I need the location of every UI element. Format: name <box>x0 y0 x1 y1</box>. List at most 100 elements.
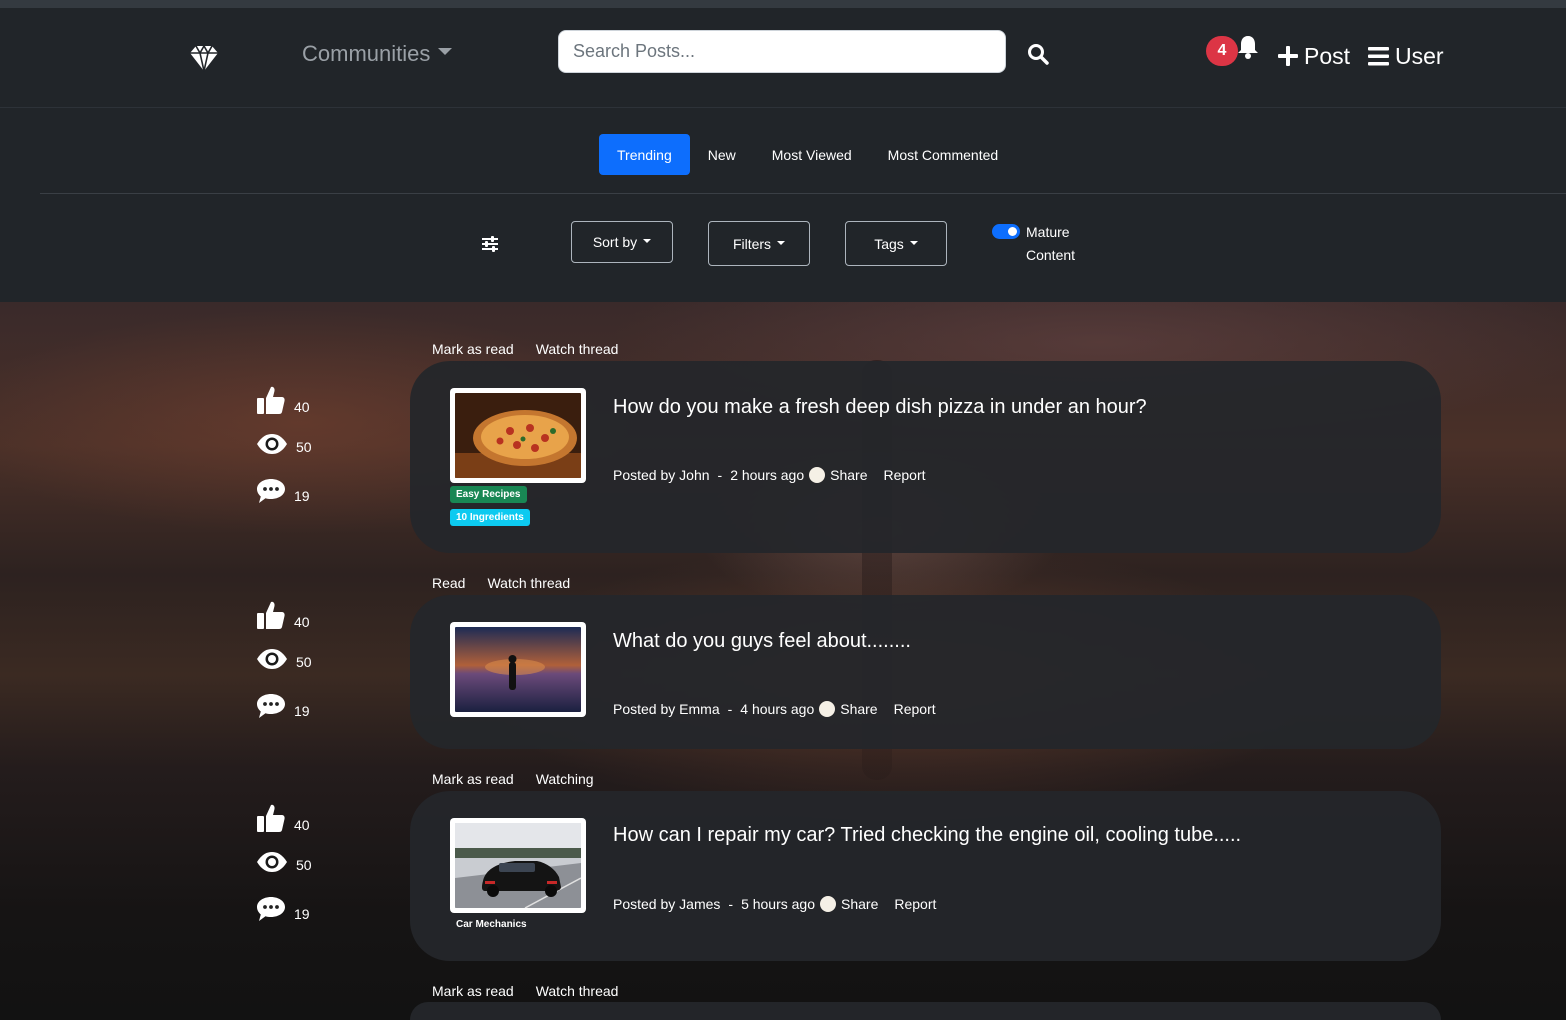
comment-count: 19 <box>294 488 310 504</box>
tags-dropdown[interactable]: Tags <box>845 221 947 266</box>
comment-icon <box>257 694 285 718</box>
view-count: 50 <box>296 857 312 873</box>
mark-as-read-link[interactable]: Mark as read <box>432 983 514 999</box>
report-link[interactable]: Report <box>884 467 926 483</box>
notification-count-badge[interactable]: 4 <box>1206 36 1238 66</box>
share-dot-icon <box>809 467 826 483</box>
post-card[interactable]: How do you make a fresh deep dish pizza … <box>410 361 1441 553</box>
posted-by[interactable]: Posted by James <box>613 896 720 912</box>
sunset-figure-image <box>455 627 581 712</box>
share-dot-icon <box>820 896 837 912</box>
filters-label: Filters <box>732 235 772 252</box>
post-card[interactable]: How can I repair my car? Tried checking … <box>410 791 1441 961</box>
mature-content-label: Mature Content <box>1026 224 1076 263</box>
tab-new[interactable]: New <box>690 134 754 175</box>
like-stat[interactable]: 40 <box>256 803 310 833</box>
tag-badge[interactable]: Car Mechanics <box>450 916 533 933</box>
post-thumbnail[interactable] <box>450 622 586 717</box>
caret-down-icon <box>909 240 918 245</box>
share-link[interactable]: Share <box>840 701 877 717</box>
comment-icon <box>257 897 285 921</box>
post-time: 2 hours ago <box>730 467 805 483</box>
communities-label: Communities <box>302 41 431 66</box>
read-link[interactable]: Read <box>432 575 465 591</box>
report-link[interactable]: Report <box>894 701 936 717</box>
tab-most-commented[interactable]: Most Commented <box>870 134 1016 175</box>
like-stat[interactable]: 40 <box>256 385 310 415</box>
like-count: 40 <box>294 817 310 833</box>
comment-stat[interactable]: 19 <box>256 693 310 719</box>
view-stat: 50 <box>256 851 312 873</box>
post-meta: Posted by Emma - 4 hours ago Share Repor… <box>613 701 936 717</box>
new-post-button[interactable]: Post <box>1278 40 1350 72</box>
thread-actions: Mark as read Watching <box>432 771 594 787</box>
sort-by-dropdown[interactable]: Sort by <box>571 221 673 263</box>
separator: - <box>727 701 733 717</box>
comment-count: 19 <box>294 906 310 922</box>
post-card[interactable]: What do you guys feel about........ Post… <box>410 595 1441 749</box>
separator: - <box>717 467 723 483</box>
post-title[interactable]: How can I repair my car? Tried checking … <box>613 824 1241 847</box>
watch-thread-link[interactable]: Watch thread <box>487 575 570 591</box>
caret-down-icon <box>777 240 786 245</box>
share-dot-icon <box>819 701 836 717</box>
watch-thread-link[interactable]: Watch thread <box>536 341 619 357</box>
thread-actions: Mark as read Watch thread <box>432 341 618 357</box>
post-meta: Posted by John - 2 hours ago Share Repor… <box>613 467 926 483</box>
view-stat: 50 <box>256 648 312 670</box>
post-card[interactable] <box>410 1002 1441 1020</box>
post-thumbnail[interactable] <box>450 388 586 483</box>
watching-link[interactable]: Watching <box>536 771 594 787</box>
post-title[interactable]: How do you make a fresh deep dish pizza … <box>613 396 1147 419</box>
post-time: 5 hours ago <box>741 896 816 912</box>
posted-by[interactable]: Posted by Emma <box>613 701 720 717</box>
car-image <box>455 823 582 909</box>
hamburger-menu-icon <box>1368 46 1389 65</box>
eye-icon <box>257 852 287 872</box>
share-link[interactable]: Share <box>830 467 867 483</box>
watch-thread-link[interactable]: Watch thread <box>536 983 619 999</box>
like-stat[interactable]: 40 <box>256 600 310 630</box>
filters-dropdown[interactable]: Filters <box>708 221 810 266</box>
sort-by-label: Sort by <box>592 234 638 250</box>
caret-down-icon <box>643 239 652 243</box>
thread-actions: Read Watch thread <box>432 575 570 591</box>
mark-as-read-link[interactable]: Mark as read <box>432 341 514 357</box>
chevron-down-icon <box>438 47 453 55</box>
tab-trending[interactable]: Trending <box>599 134 690 175</box>
comment-stat[interactable]: 19 <box>256 896 310 922</box>
share-link[interactable]: Share <box>841 896 878 912</box>
mature-content-toggle[interactable] <box>992 224 1020 239</box>
tag-badge[interactable]: Easy Recipes <box>450 486 527 503</box>
like-count: 40 <box>294 614 310 630</box>
comment-icon <box>257 479 285 503</box>
tab-most-viewed[interactable]: Most Viewed <box>754 134 870 175</box>
bell-icon[interactable] <box>1236 34 1260 60</box>
report-link[interactable]: Report <box>894 896 936 912</box>
tag-badge[interactable]: 10 Ingredients <box>450 509 530 526</box>
divider <box>40 193 1566 194</box>
comment-stat[interactable]: 19 <box>256 478 310 504</box>
like-count: 40 <box>294 399 310 415</box>
diamond-logo-icon[interactable] <box>189 44 219 72</box>
post-title[interactable]: What do you guys feel about........ <box>613 630 911 653</box>
thumbs-up-icon <box>257 601 285 629</box>
plus-icon <box>1278 46 1298 66</box>
post-thumbnail[interactable] <box>450 818 586 913</box>
posted-by[interactable]: Posted by John <box>613 467 710 483</box>
pizza-image <box>455 393 581 478</box>
post-label: Post <box>1304 42 1351 69</box>
communities-dropdown[interactable]: Communities <box>302 41 453 67</box>
mark-as-read-link[interactable]: Mark as read <box>432 771 514 787</box>
thread-actions: Mark as read Watch thread <box>432 983 618 999</box>
user-menu-button[interactable]: User <box>1368 40 1444 72</box>
comment-count: 19 <box>294 703 310 719</box>
thumbs-up-icon <box>257 386 285 414</box>
search-input[interactable] <box>558 30 1006 73</box>
view-stat: 50 <box>256 433 312 455</box>
sliders-icon[interactable] <box>481 236 499 252</box>
feed-tabs: Trending New Most Viewed Most Commented <box>599 134 1016 175</box>
tags-label: Tags <box>874 235 904 252</box>
post-time: 4 hours ago <box>740 701 815 717</box>
search-icon[interactable] <box>1026 42 1050 66</box>
